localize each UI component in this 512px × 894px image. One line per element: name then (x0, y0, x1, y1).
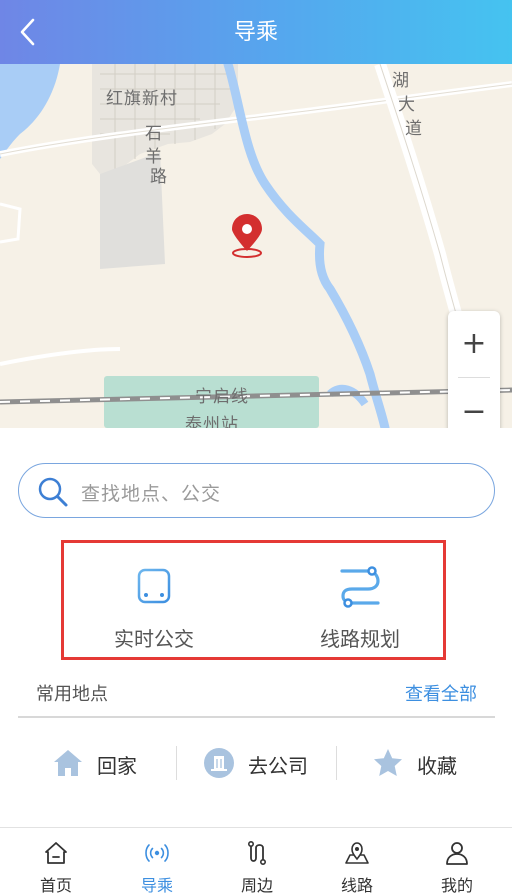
tab-nearby-label: 周边 (240, 876, 273, 894)
bottom-tab-bar: 首页 导乘 周边 线路 我的 (0, 827, 512, 894)
app-screen: 导乘 红旗新村 石 羊 路 湖 大 道 宁启线 泰州站 + − 查找地点、公交 … (0, 0, 512, 894)
location-pin-icon (232, 214, 262, 258)
map-label-station: 泰州站 (185, 415, 239, 428)
star-icon (374, 749, 402, 776)
route-plan-label: 线路规划 (320, 627, 400, 651)
view-all-link[interactable]: 查看全部 (405, 680, 477, 706)
map-label-road-lu: 路 (150, 167, 168, 187)
realtime-bus-button[interactable]: 实时公交 (74, 555, 234, 655)
home-icon (45, 842, 67, 864)
place-company-label: 去公司 (248, 754, 308, 778)
broadcast-icon (145, 844, 169, 862)
bus-icon (133, 568, 175, 608)
map-label-avenue-dao: 道 (405, 119, 423, 139)
map-label-road-shi: 石 (145, 124, 163, 144)
tab-home[interactable]: 首页 (5, 828, 107, 894)
zoom-in-button[interactable]: + (448, 311, 500, 377)
map-canvas (0, 64, 512, 428)
feature-panel: 实时公交 线路规划 (61, 540, 446, 660)
map-label-rail-line: 宁启线 (195, 387, 249, 407)
zoom-out-button[interactable]: − (448, 379, 500, 428)
section-divider (18, 716, 495, 718)
page-title: 导乘 (233, 20, 278, 45)
route-icon (248, 840, 266, 865)
home-icon (54, 750, 82, 776)
tab-lines[interactable]: 线路 (306, 828, 408, 894)
building-icon (204, 748, 234, 778)
place-favorites-button[interactable]: 收藏 (372, 743, 472, 783)
realtime-bus-label: 实时公交 (114, 627, 194, 651)
tab-me[interactable]: 我的 (406, 828, 508, 894)
place-home-label: 回家 (97, 754, 137, 778)
tab-lines-label: 线路 (340, 876, 373, 894)
search-icon (38, 477, 68, 507)
place-home-button[interactable]: 回家 (52, 743, 162, 783)
map-pin-icon (345, 842, 369, 864)
zoom-control: + − (448, 311, 500, 428)
map-label-avenue-da: 大 (398, 95, 416, 115)
place-separator (176, 746, 177, 780)
tab-home-label: 首页 (39, 876, 72, 894)
place-favorites-label: 收藏 (417, 754, 457, 778)
map-label-village: 红旗新村 (106, 89, 178, 109)
tab-nearby[interactable]: 周边 (206, 828, 308, 894)
route-plan-button[interactable]: 线路规划 (280, 555, 440, 655)
search-bar[interactable]: 查找地点、公交 (18, 463, 495, 518)
map-view[interactable]: 红旗新村 石 羊 路 湖 大 道 宁启线 泰州站 + − (0, 64, 512, 428)
route-plan-icon (340, 566, 380, 608)
frequent-places-title: 常用地点 (36, 684, 108, 705)
tab-guide-label: 导乘 (140, 876, 173, 894)
place-separator (336, 746, 337, 780)
header-bar: 导乘 (0, 0, 512, 64)
user-icon (446, 842, 468, 865)
zoom-divider (458, 377, 490, 378)
tab-guide[interactable]: 导乘 (106, 828, 208, 894)
map-label-lake: 湖 (392, 71, 410, 91)
place-company-button[interactable]: 去公司 (203, 743, 323, 783)
search-placeholder: 查找地点、公交 (81, 483, 222, 505)
tab-me-label: 我的 (440, 876, 473, 894)
